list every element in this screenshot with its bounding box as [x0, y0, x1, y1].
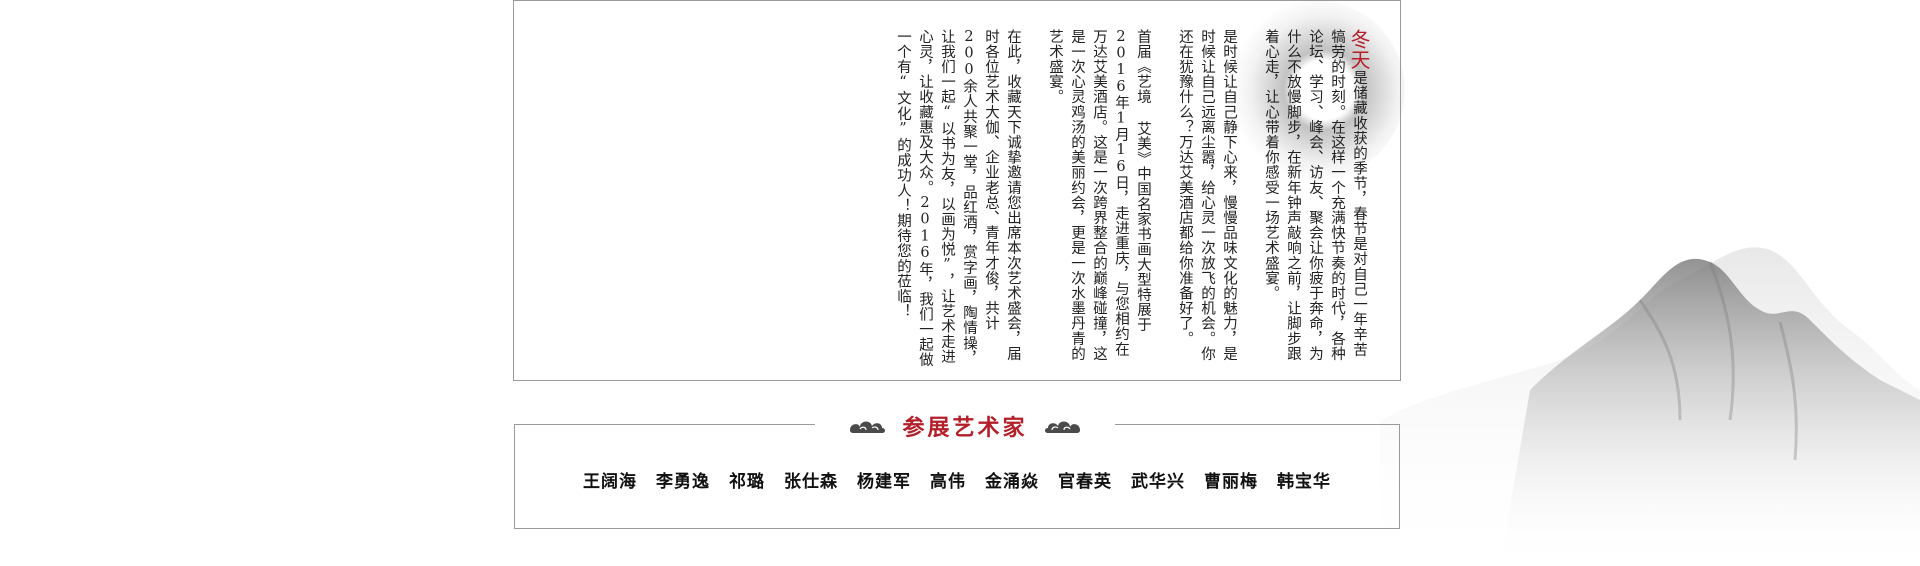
artists-section-header: 参展艺术家 [815, 411, 1115, 441]
artist-name: 祁璐 [729, 472, 765, 492]
section-title: 参展艺术家 [902, 415, 1028, 441]
artist-name: 李勇逸 [656, 472, 710, 492]
artist-name: 王阔海 [583, 472, 637, 492]
auspicious-cloud-icon [1042, 416, 1082, 436]
intro-paragraph-3: 首届《艺境 艾美》中国名家书画大型特展于2016年1月16日，走进重庆，与您相约… [1047, 29, 1151, 362]
artist-name: 官春英 [1058, 472, 1112, 492]
intro-paragraph-1-text: 是储藏收获的季节，春节是对自己一年辛苦犒劳的时刻。在这样一个充满快节奏的时代，各… [1263, 29, 1367, 362]
intro-vertical-text: 冬天是储藏收获的季节，春节是对自己一年辛苦犒劳的时刻。在这样一个充满快节奏的时代… [872, 29, 1371, 369]
ink-landscape-decoration [1380, 247, 1920, 566]
artist-name: 金涌焱 [985, 472, 1039, 492]
artist-name: 杨建军 [857, 472, 911, 492]
artist-name: 韩宝华 [1277, 472, 1331, 492]
intro-paragraph-1: 冬天是储藏收获的季节，春节是对自己一年辛苦犒劳的时刻。在这样一个充满快节奏的时代… [1260, 29, 1371, 369]
auspicious-cloud-icon [848, 416, 888, 436]
artist-name: 张仕森 [784, 472, 838, 492]
intro-panel: 冬天是储藏收获的季节，春节是对自己一年辛苦犒劳的时刻。在这样一个充满快节奏的时代… [513, 0, 1401, 381]
intro-paragraph-4: 在此，收藏天下诚挚邀请您出席本次艺术盛会，届时各位艺术大伽、企业老总、青年才俊，… [895, 29, 1021, 368]
artist-name: 曹丽梅 [1204, 472, 1258, 492]
intro-paragraph-2: 是时候让自己静下心来，慢慢品味文化的魅力，是时候让自己远离尘嚣，给心灵一次放飞的… [1177, 29, 1237, 362]
artist-list: 王阔海 李勇逸 祁璐 张仕森 杨建军 高伟 金涌焱 官春英 武华兴 曹丽梅 韩宝… [515, 467, 1399, 492]
intro-lead: 冬天 [1347, 29, 1371, 71]
artist-name: 高伟 [930, 472, 966, 492]
artist-name: 武华兴 [1131, 472, 1185, 492]
